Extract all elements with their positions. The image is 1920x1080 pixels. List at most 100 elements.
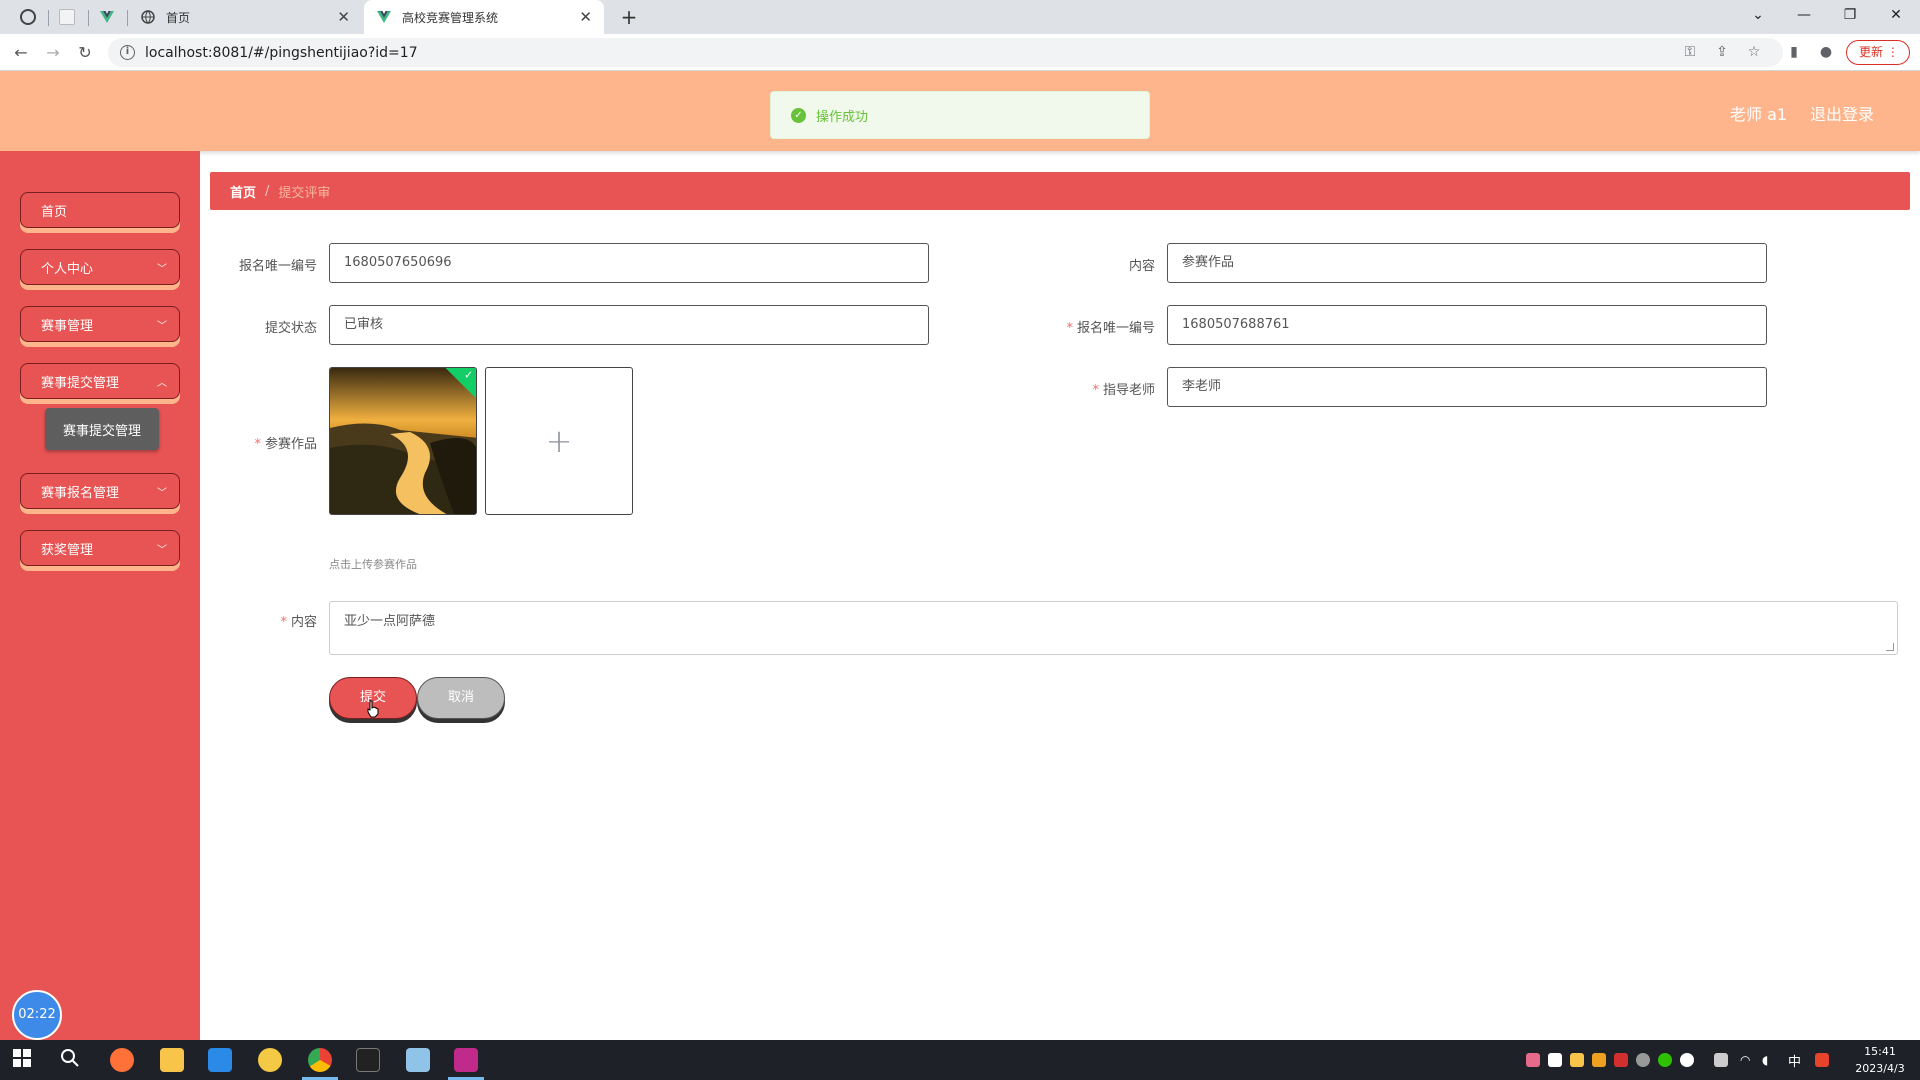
submit-status-input[interactable]: 已审核 bbox=[329, 305, 929, 345]
sogou-ime-icon[interactable] bbox=[1815, 1053, 1829, 1067]
instructor-label: * 指导老师 bbox=[1092, 383, 1155, 398]
volume-icon[interactable]: ◖ bbox=[1762, 1053, 1776, 1067]
uploaded-image-thumbnail[interactable]: ✓ bbox=[329, 367, 477, 515]
cancel-button[interactable]: 取消 bbox=[417, 677, 505, 719]
sidebar-item-awards[interactable]: 获奖管理 ﹀ bbox=[20, 530, 180, 566]
submit-status-label: 提交状态 bbox=[264, 321, 317, 336]
submenu-item-label: 赛事提交管理 bbox=[62, 423, 141, 439]
breadcrumb-current: 提交评审 bbox=[278, 185, 331, 201]
windows-start-icon[interactable] bbox=[12, 1048, 36, 1072]
tray-ime-icon[interactable] bbox=[1548, 1053, 1562, 1067]
vue-icon bbox=[376, 9, 392, 25]
chevron-down-icon: ﹀ bbox=[157, 545, 167, 556]
sidebar-item-profile[interactable]: 个人中心 ﹀ bbox=[20, 249, 180, 285]
tray-shield-icon[interactable] bbox=[1592, 1053, 1606, 1067]
tab-search-icon[interactable] bbox=[20, 9, 36, 25]
river-canyon-image bbox=[330, 368, 476, 514]
browser-toolbar: ← → ↻ i localhost:8081/#/pingshentijiao?… bbox=[0, 34, 1920, 71]
check-icon: ✓ bbox=[464, 368, 474, 382]
tray-red-app-icon[interactable] bbox=[1614, 1053, 1628, 1067]
sidebar-item-label: 赛事管理 bbox=[41, 318, 94, 334]
site-info-icon[interactable]: i bbox=[120, 45, 135, 60]
search-icon[interactable] bbox=[60, 1048, 84, 1072]
chevron-down-icon: ﹀ bbox=[157, 264, 167, 275]
side-panel-icon[interactable]: ▮ bbox=[1782, 40, 1806, 64]
file-explorer-icon[interactable] bbox=[160, 1048, 184, 1072]
chevron-up-icon: ︿ bbox=[157, 378, 167, 389]
tray-flower-icon[interactable] bbox=[1526, 1053, 1540, 1067]
chrome-icon[interactable] bbox=[308, 1048, 332, 1072]
registration-id-label: 报名唯一编号 bbox=[238, 259, 317, 274]
forward-icon[interactable]: → bbox=[40, 40, 66, 66]
success-toast: ✓ 操作成功 bbox=[770, 91, 1150, 139]
close-tab-icon[interactable]: ✕ bbox=[579, 8, 592, 26]
minimize-icon[interactable]: — bbox=[1781, 0, 1827, 30]
system-clock[interactable]: 15:41 2023/4/3 bbox=[1848, 1043, 1912, 1077]
chevron-down-icon: ﹀ bbox=[157, 488, 167, 499]
globe-icon bbox=[140, 9, 156, 25]
entry-work-label: * 参赛作品 bbox=[254, 437, 317, 452]
content-label: * 内容 bbox=[280, 615, 317, 630]
navicat-icon[interactable] bbox=[258, 1048, 282, 1072]
registration-id-label-2: * 报名唯一编号 bbox=[1066, 321, 1155, 336]
content-input-top[interactable]: 参赛作品 bbox=[1167, 243, 1767, 283]
wifi-icon[interactable]: ◠ bbox=[1740, 1053, 1754, 1067]
instructor-input[interactable]: 李老师 bbox=[1167, 367, 1767, 407]
close-window-icon[interactable]: ✕ bbox=[1873, 0, 1919, 30]
plus-icon: + bbox=[545, 422, 573, 460]
check-circle-icon: ✓ bbox=[791, 107, 806, 123]
reload-icon[interactable]: ↻ bbox=[72, 40, 98, 66]
notepad-icon[interactable] bbox=[406, 1048, 430, 1072]
url-text: localhost:8081/#/pingshentijiao?id=17 bbox=[145, 44, 418, 61]
breadcrumb-home[interactable]: 首页 bbox=[230, 182, 256, 201]
tray-folder-icon[interactable] bbox=[1570, 1053, 1584, 1067]
recording-timer[interactable]: 02:22 bbox=[12, 990, 62, 1040]
firefox-icon[interactable] bbox=[110, 1048, 134, 1072]
intellij-icon[interactable] bbox=[454, 1048, 478, 1072]
content-label-top: 内容 bbox=[1128, 259, 1155, 274]
terminal-icon[interactable] bbox=[356, 1048, 380, 1072]
profile-icon[interactable]: ● bbox=[1814, 40, 1838, 64]
wechat-icon[interactable] bbox=[1658, 1053, 1672, 1067]
windows-taskbar: ◠ ◖ 中 15:41 2023/4/3 bbox=[0, 1040, 1920, 1080]
update-button[interactable]: 更新 ⋮ bbox=[1846, 40, 1910, 65]
sidebar-item-label: 获奖管理 bbox=[41, 542, 94, 558]
sidebar-item-submission[interactable]: 赛事提交管理 ︿ bbox=[20, 363, 180, 399]
resize-handle-icon[interactable] bbox=[1886, 643, 1894, 651]
browser-tab-strip: 首页 ✕ 高校竞赛管理系统 ✕ + ⌄ — ❐ ✕ bbox=[0, 0, 1920, 34]
close-tab-icon[interactable]: ✕ bbox=[337, 8, 350, 26]
vscode-icon[interactable] bbox=[208, 1048, 232, 1072]
registration-id-input-2[interactable]: 1680507688761 bbox=[1167, 305, 1767, 345]
tab-title: 首页 bbox=[166, 10, 191, 25]
input-language[interactable]: 中 bbox=[1788, 1051, 1801, 1070]
logout-link[interactable]: 退出登录 bbox=[1810, 101, 1874, 125]
tab-home[interactable]: 首页 ✕ bbox=[128, 0, 362, 34]
tab-search-dropdown-icon[interactable]: ⌄ bbox=[1735, 0, 1781, 30]
chevron-down-icon: ﹀ bbox=[157, 321, 167, 332]
submenu-item-submission[interactable]: 赛事提交管理 bbox=[45, 408, 159, 450]
tab-blank-icon[interactable] bbox=[59, 9, 75, 25]
sidebar-item-label: 个人中心 bbox=[41, 261, 94, 277]
share-icon[interactable]: ⇪ bbox=[1710, 40, 1734, 64]
sidebar-item-contest[interactable]: 赛事管理 ﹀ bbox=[20, 306, 180, 342]
content-textarea[interactable]: 亚少一点阿萨德 bbox=[329, 601, 1898, 655]
hand-cursor-icon bbox=[367, 700, 379, 718]
restore-icon[interactable]: ❐ bbox=[1827, 0, 1873, 30]
qq-icon[interactable] bbox=[1680, 1053, 1694, 1067]
registration-id-input[interactable]: 1680507650696 bbox=[329, 243, 929, 283]
sidebar-item-home[interactable]: 首页 bbox=[20, 192, 180, 228]
new-tab-icon[interactable]: + bbox=[616, 4, 642, 30]
sidebar-item-label: 赛事报名管理 bbox=[41, 485, 120, 501]
bookmark-star-icon[interactable]: ☆ bbox=[1742, 40, 1766, 64]
address-bar[interactable]: i localhost:8081/#/pingshentijiao?id=17 bbox=[108, 38, 1783, 67]
sidebar-item-registration[interactable]: 赛事报名管理 ﹀ bbox=[20, 473, 180, 509]
usb-icon[interactable] bbox=[1714, 1053, 1728, 1067]
sidebar: 首页 个人中心 ﹀ 赛事管理 ﹀ 赛事提交管理 ︿ 赛事报名管理 ﹀ 获奖管理 … bbox=[0, 151, 200, 1040]
upload-add-button[interactable]: + bbox=[485, 367, 633, 515]
tray-gear-icon[interactable] bbox=[1636, 1053, 1650, 1067]
key-icon[interactable]: ⚿ bbox=[1678, 40, 1702, 64]
upload-tip: 点击上传参赛作品 bbox=[329, 558, 417, 571]
tab-vue-icon[interactable] bbox=[99, 9, 115, 25]
tab-contest-system[interactable]: 高校竞赛管理系统 ✕ bbox=[364, 0, 604, 34]
back-icon[interactable]: ← bbox=[8, 40, 34, 66]
